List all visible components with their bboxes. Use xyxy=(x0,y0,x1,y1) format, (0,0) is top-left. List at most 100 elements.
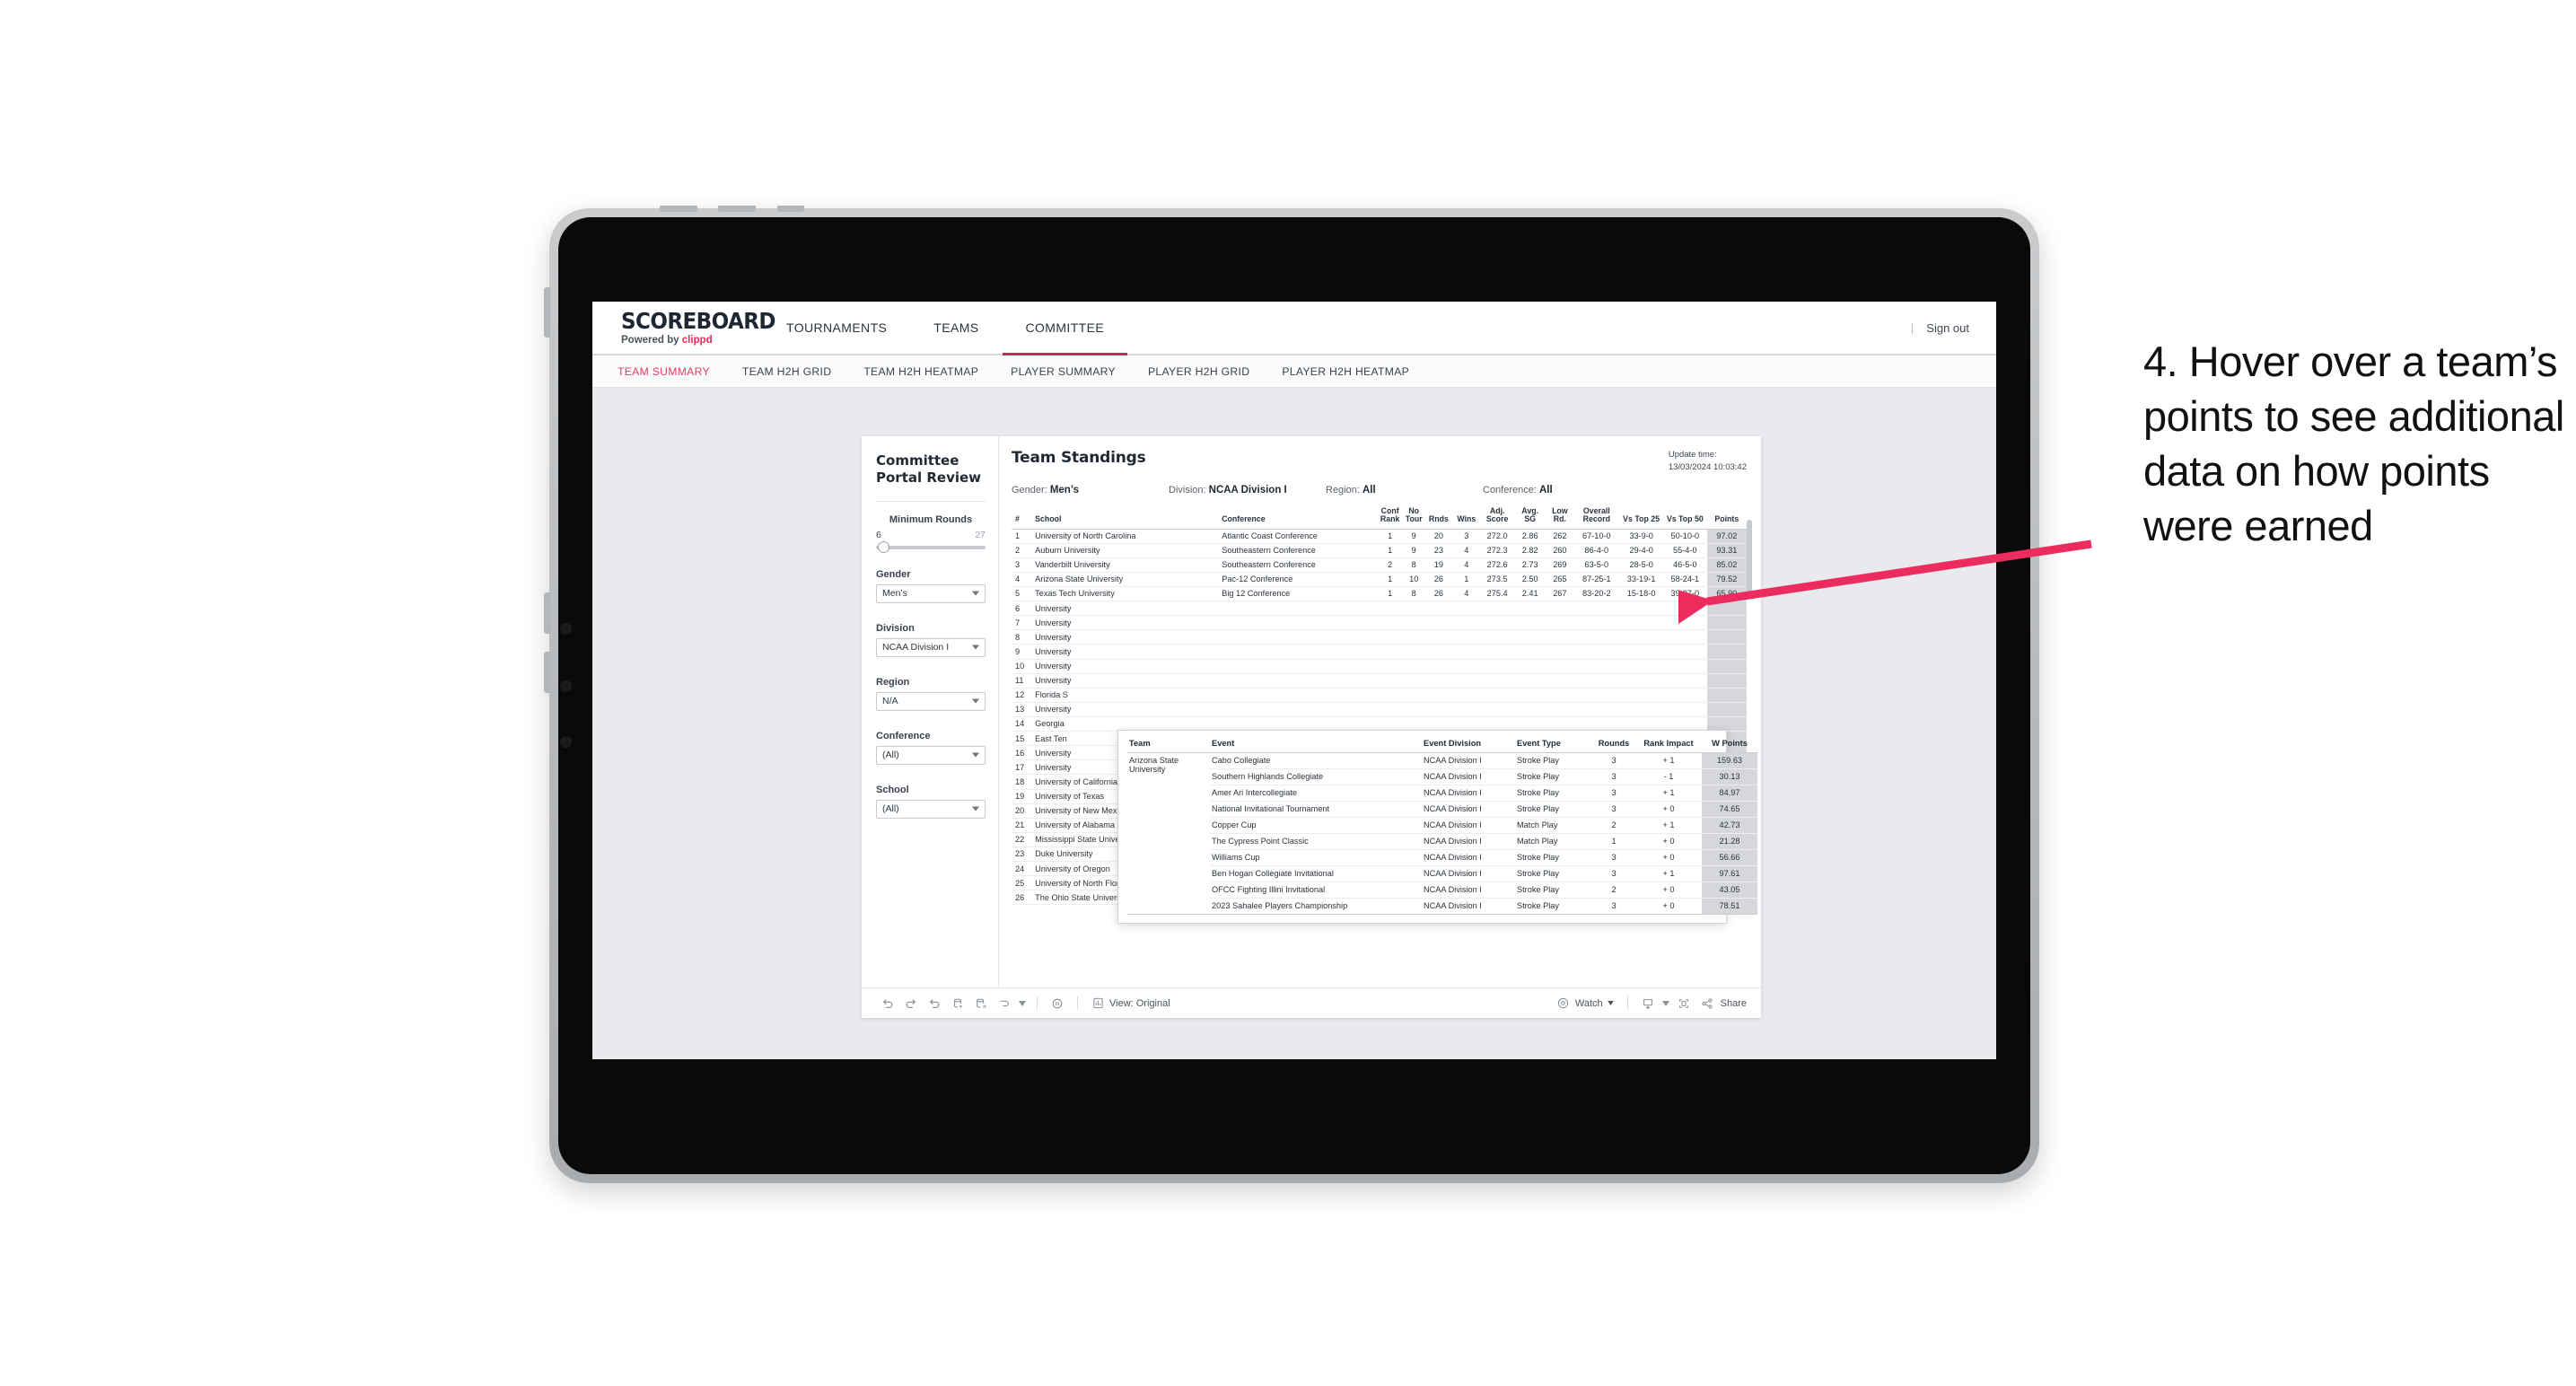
col-vs-top-50[interactable]: Vs Top 50 xyxy=(1662,504,1707,530)
fullscreen-icon[interactable] xyxy=(1672,994,1695,1013)
cell-conference: Pac-12 Conference xyxy=(1218,572,1378,587)
cell-adj_score xyxy=(1480,673,1514,689)
cell-conference xyxy=(1218,644,1378,660)
brand-logo[interactable]: SCOREBOARD Powered by clippd xyxy=(592,302,776,354)
standings-table-wrap: # School Conference Conf Rank No Tour Rn… xyxy=(1012,504,1757,924)
chevron-down-icon xyxy=(972,806,979,811)
cell-rnds xyxy=(1424,688,1453,703)
table-row[interactable]: 1 University of North Carolina Atlantic Co… xyxy=(1012,529,1747,544)
conference-select[interactable]: (All) xyxy=(876,745,986,765)
col-vs-top-25[interactable]: Vs Top 25 xyxy=(1619,504,1663,530)
view-icon[interactable] xyxy=(1086,994,1109,1013)
subnav-tab-player-h2h-grid[interactable]: PLAYER H2H GRID xyxy=(1148,365,1269,378)
share-label: Share xyxy=(1720,997,1747,1009)
subnav-tab-player-h2h-heatmap[interactable]: PLAYER H2H HEATMAP xyxy=(1282,365,1429,378)
filter-division: Division NCAA Division I xyxy=(876,623,986,657)
cell-conference: Southeastern Conference xyxy=(1218,557,1378,573)
table-row[interactable]: 13 University xyxy=(1012,702,1747,717)
signout-link[interactable]: Sign out xyxy=(1926,321,1969,335)
scoreboard-web-app: SCOREBOARD Powered by clippd TOURNAMENTS… xyxy=(592,302,1996,1059)
brand-subtitle: Powered by clippd xyxy=(621,335,763,346)
region-select[interactable]: N/A xyxy=(876,691,986,711)
cell-rnds: 26 xyxy=(1424,572,1453,587)
toolbar-caret-icon[interactable] xyxy=(1016,994,1029,1013)
school-select[interactable]: (All) xyxy=(876,799,986,819)
watch-icon[interactable] xyxy=(1552,994,1575,1013)
meta-division: Division: NCAA Division I xyxy=(1169,485,1326,496)
subnav-tab-team-summary[interactable]: TEAM SUMMARY xyxy=(618,365,730,378)
col-rank[interactable]: # xyxy=(1012,504,1032,530)
cell-rank: 17 xyxy=(1012,759,1032,776)
table-row[interactable]: 3 Vanderbilt University Southeastern Confe… xyxy=(1012,557,1747,573)
tooltip-type-cell: Stroke Play xyxy=(1515,898,1592,915)
device-side-button-volume-down xyxy=(544,652,550,693)
col-conference[interactable]: Conference xyxy=(1218,504,1378,530)
cell-avg_sg xyxy=(1513,673,1546,689)
tooltip-w-points-cell: 78.51 xyxy=(1702,898,1757,915)
table-row[interactable]: 12 Florida S xyxy=(1012,688,1747,703)
tooltip-division-cell: NCAA Division I xyxy=(1422,865,1515,882)
subnav-tab-team-h2h-heatmap[interactable]: TEAM H2H HEATMAP xyxy=(863,365,998,378)
gender-select[interactable]: Men’s xyxy=(876,583,986,603)
nav-tab-tournaments[interactable]: TOURNAMENTS xyxy=(763,302,910,354)
share-icon[interactable] xyxy=(1695,994,1719,1013)
subnav-tab-player-summary[interactable]: PLAYER SUMMARY xyxy=(1011,365,1135,378)
refresh-data-icon[interactable] xyxy=(946,994,969,1013)
nav-tab-teams[interactable]: TEAMS xyxy=(910,302,1002,354)
tooltip-row: Copper Cup NCAA Division I Match Play 2 + 14… xyxy=(1127,817,1757,834)
col-points[interactable]: Points xyxy=(1706,504,1747,530)
revert-icon[interactable] xyxy=(923,994,946,1013)
cell-school: University xyxy=(1031,659,1219,674)
table-row[interactable]: 4 Arizona State University Pac-12 Conferen… xyxy=(1012,572,1747,587)
tooltip-rank-impact-cell: + 0 xyxy=(1635,833,1702,850)
download-icon[interactable] xyxy=(1636,994,1660,1013)
cell-wins xyxy=(1452,644,1481,660)
col-avg-sg[interactable]: Avg. SG xyxy=(1513,504,1546,530)
table-row[interactable]: 5 Texas Tech University Big 12 Conference 1… xyxy=(1012,586,1747,602)
col-school[interactable]: School xyxy=(1031,504,1219,530)
cell-adj_score xyxy=(1480,601,1514,617)
redo-icon[interactable] xyxy=(899,994,923,1013)
points-cell[interactable] xyxy=(1706,688,1747,703)
table-row[interactable]: 7 University xyxy=(1012,615,1747,631)
points-cell[interactable] xyxy=(1706,673,1747,689)
col-wins[interactable]: Wins xyxy=(1452,504,1481,530)
subnav-tab-team-h2h-grid[interactable]: TEAM H2H GRID xyxy=(742,365,851,378)
col-conf-rank[interactable]: Conf Rank xyxy=(1377,504,1404,530)
minimum-rounds-slider[interactable] xyxy=(876,540,986,553)
cell-conference: Atlantic Coast Conference xyxy=(1218,529,1378,544)
cell-avg_sg: 2.50 xyxy=(1513,572,1546,587)
slider-handle[interactable] xyxy=(878,540,889,553)
download-caret-icon[interactable] xyxy=(1660,994,1672,1013)
share-button[interactable]: Share xyxy=(1721,998,1747,1009)
view-original-button[interactable]: View: Original xyxy=(1109,998,1170,1009)
view-original-toggle-icon[interactable] xyxy=(993,994,1016,1013)
cell-rank: 11 xyxy=(1012,673,1032,689)
tooltip-division-cell: NCAA Division I xyxy=(1422,882,1515,899)
table-row[interactable]: 10 University xyxy=(1012,659,1747,674)
points-cell[interactable] xyxy=(1706,702,1747,717)
table-row[interactable]: 11 University xyxy=(1012,673,1747,689)
table-row[interactable]: 9 University xyxy=(1012,644,1747,660)
cell-no_tour: 8 xyxy=(1403,557,1425,573)
col-adj-score[interactable]: Adj. Score xyxy=(1480,504,1514,530)
cell-conference xyxy=(1218,615,1378,631)
table-row[interactable]: 8 University xyxy=(1012,629,1747,645)
col-low-rd[interactable]: Low Rd. xyxy=(1546,504,1574,530)
col-no-tour[interactable]: No Tour xyxy=(1403,504,1425,530)
brand-sub-prefix: Powered by xyxy=(621,335,682,346)
watch-button[interactable]: Watch xyxy=(1575,998,1614,1009)
pause-auto-update-icon[interactable] xyxy=(969,994,993,1013)
pause-icon[interactable] xyxy=(1046,994,1069,1013)
col-rnds[interactable]: Rnds xyxy=(1424,504,1453,530)
tooltip-event-cell: Williams Cup xyxy=(1210,849,1422,866)
undo-icon[interactable] xyxy=(876,994,899,1013)
table-row[interactable]: 2 Auburn University Southeastern Conferenc… xyxy=(1012,543,1747,558)
cell-school: University xyxy=(1031,601,1219,617)
table-row[interactable]: 6 University xyxy=(1012,601,1747,617)
cell-rank: 14 xyxy=(1012,716,1032,732)
col-overall-record[interactable]: Overall Record xyxy=(1573,504,1620,530)
division-select[interactable]: NCAA Division I xyxy=(876,637,986,657)
tooltip-rank-impact-cell: + 1 xyxy=(1635,752,1702,769)
nav-tab-committee[interactable]: COMMITTEE xyxy=(1002,302,1128,355)
